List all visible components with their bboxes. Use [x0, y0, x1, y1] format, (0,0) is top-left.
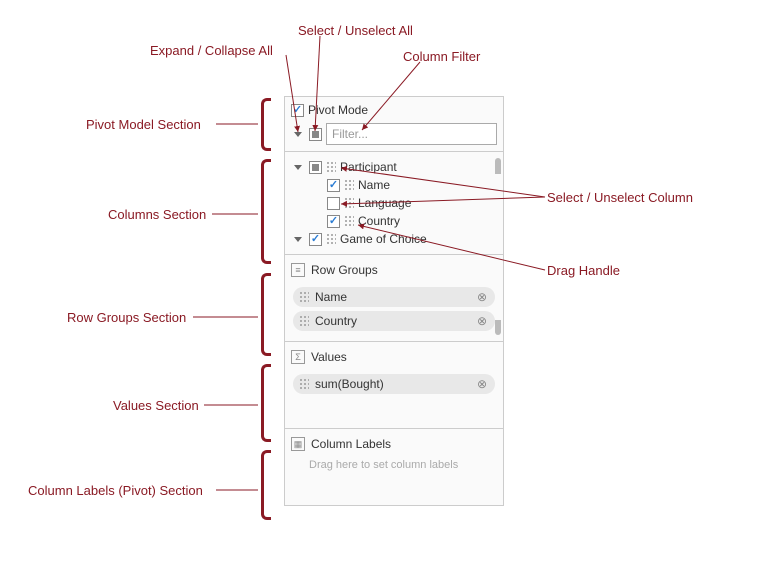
column-item-name: Name	[291, 176, 491, 194]
column-select-language[interactable]	[327, 197, 340, 210]
annotation-bracket	[261, 450, 271, 520]
column-select-name[interactable]	[327, 179, 340, 192]
pivot-mode-label: Pivot Mode	[308, 103, 368, 117]
drag-handle-icon[interactable]	[344, 179, 354, 192]
values-header: Σ Values	[291, 348, 497, 370]
drag-handle-icon[interactable]	[299, 291, 309, 304]
annotation-bracket	[261, 159, 271, 264]
pivot-mode-checkbox[interactable]	[291, 104, 304, 117]
drag-handle-icon[interactable]	[326, 161, 336, 174]
column-group-participant: Participant	[291, 158, 491, 176]
group-select-gameofchoice[interactable]	[309, 233, 322, 246]
column-label: Name	[358, 178, 390, 192]
column-tool-panel: Pivot Mode Participant Name Language	[284, 96, 504, 506]
pill-label: Name	[315, 290, 469, 304]
chevron-down-icon[interactable]	[291, 232, 305, 246]
pill-label: sum(Bought)	[315, 377, 469, 391]
drag-handle-icon[interactable]	[344, 197, 354, 210]
value-pill-sum-bought[interactable]: sum(Bought) ⊗	[293, 374, 495, 394]
expand-collapse-all-button[interactable]	[291, 127, 305, 141]
drag-handle-icon[interactable]	[326, 233, 336, 246]
column-labels-header: ▦ Column Labels	[291, 435, 497, 457]
column-group-label: Game of Choice	[340, 232, 427, 246]
anno-select-column: Select / Unselect Column	[547, 190, 693, 205]
column-group-label: Participant	[340, 160, 397, 174]
anno-pivot-section: Pivot Model Section	[86, 117, 201, 132]
remove-icon[interactable]: ⊗	[475, 314, 489, 328]
row-group-pill-name[interactable]: Name ⊗	[293, 287, 495, 307]
anno-expand-collapse: Expand / Collapse All	[150, 43, 273, 58]
column-labels-section: ▦ Column Labels Drag here to set column …	[285, 429, 503, 505]
values-section: Σ Values sum(Bought) ⊗	[285, 342, 503, 429]
column-group-gameofchoice: Game of Choice	[291, 230, 491, 248]
drag-handle-icon[interactable]	[344, 215, 354, 228]
drag-handle-icon[interactable]	[299, 315, 309, 328]
columns-toolbar	[291, 123, 497, 145]
column-label: Language	[358, 196, 411, 210]
anno-values-section: Values Section	[113, 398, 199, 413]
remove-icon[interactable]: ⊗	[475, 377, 489, 391]
column-label: Country	[358, 214, 400, 228]
column-labels-title: Column Labels	[311, 437, 391, 451]
row-group-pill-country[interactable]: Country ⊗	[293, 311, 495, 331]
row-groups-section: ≡ Row Groups Name ⊗ Country ⊗	[285, 255, 503, 342]
column-labels-drop-hint[interactable]: Drag here to set column labels	[291, 457, 497, 475]
pivot-mode-section: Pivot Mode	[285, 97, 503, 152]
column-filter-input[interactable]	[326, 123, 497, 145]
columns-section: Participant Name Language Country Game o…	[285, 152, 503, 255]
row-groups-title: Row Groups	[311, 263, 378, 277]
anno-column-filter: Column Filter	[403, 49, 480, 64]
row-groups-icon: ≡	[291, 263, 305, 277]
select-all-checkbox[interactable]	[309, 128, 322, 141]
pill-label: Country	[315, 314, 469, 328]
column-labels-icon: ▦	[291, 437, 305, 451]
values-icon: Σ	[291, 350, 305, 364]
annotation-bracket	[261, 364, 271, 442]
remove-icon[interactable]: ⊗	[475, 290, 489, 304]
annotation-bracket	[261, 98, 271, 151]
anno-column-labels-section: Column Labels (Pivot) Section	[28, 483, 203, 498]
scrollbar[interactable]	[495, 261, 501, 335]
column-item-language: Language	[291, 194, 491, 212]
values-title: Values	[311, 350, 347, 364]
pivot-mode-row: Pivot Mode	[291, 103, 497, 117]
row-groups-header: ≡ Row Groups	[291, 261, 497, 283]
group-select-participant[interactable]	[309, 161, 322, 174]
anno-columns-section: Columns Section	[108, 207, 206, 222]
column-select-country[interactable]	[327, 215, 340, 228]
scrollbar[interactable]	[495, 158, 501, 248]
drag-handle-icon[interactable]	[299, 378, 309, 391]
anno-row-groups-section: Row Groups Section	[67, 310, 186, 325]
anno-select-all: Select / Unselect All	[298, 23, 413, 38]
anno-drag-handle: Drag Handle	[547, 263, 620, 278]
annotation-bracket	[261, 273, 271, 356]
chevron-down-icon[interactable]	[291, 160, 305, 174]
column-item-country: Country	[291, 212, 491, 230]
